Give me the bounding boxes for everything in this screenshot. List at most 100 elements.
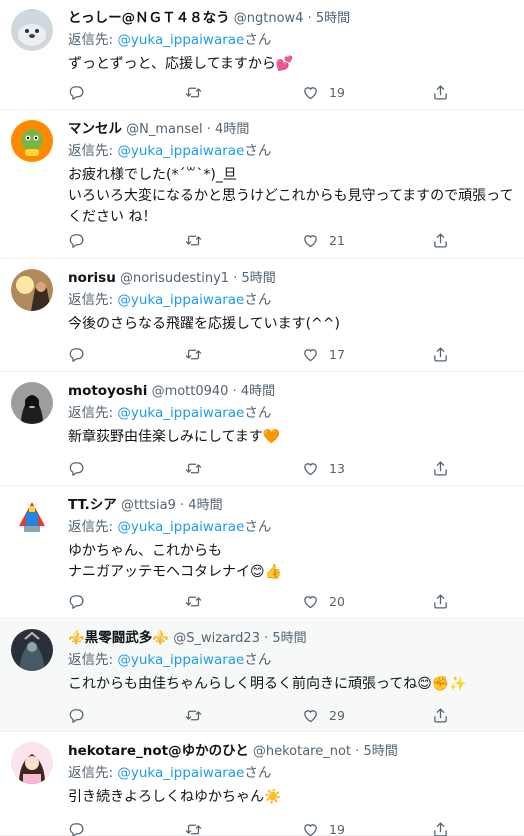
mention-link[interactable]: @yuka_ippaiwarae — [117, 292, 244, 308]
avatar[interactable] — [11, 120, 53, 162]
like-button[interactable]: 19 — [302, 82, 345, 102]
mention-link[interactable]: @yuka_ippaiwarae — [117, 519, 244, 535]
user-handle[interactable]: @mott0940 — [152, 384, 229, 399]
avatar[interactable] — [11, 742, 53, 784]
tweet-header: motoyoshi @mott0940 · 4時間 — [68, 381, 514, 401]
avatar[interactable] — [11, 629, 53, 671]
tweet-text: ずっとずっと、応援してますから💕 — [68, 56, 294, 72]
like-button[interactable]: 17 — [302, 344, 345, 364]
timestamp[interactable]: 5時間 — [272, 631, 306, 646]
action-bar: 19 — [68, 82, 460, 102]
timestamp[interactable]: 5時間 — [316, 11, 350, 26]
reply-icon — [68, 346, 85, 363]
display-name[interactable]: とっしー@ＮＧＴ４８なう — [68, 10, 230, 26]
action-bar: 17 — [68, 344, 460, 364]
mention-link[interactable]: @yuka_ippaiwarae — [117, 652, 244, 668]
avatar[interactable] — [11, 9, 53, 51]
heart-icon — [302, 707, 319, 724]
retweet-button[interactable] — [185, 819, 202, 836]
mention-link[interactable]: @yuka_ippaiwarae — [117, 32, 244, 48]
retweet-button[interactable] — [185, 458, 202, 478]
timestamp[interactable]: 4時間 — [188, 498, 222, 513]
reply-tweet[interactable]: TT.シア @tttsia9 · 4時間 返信先: @yuka_ippaiwar… — [0, 487, 524, 619]
like-button[interactable]: 21 — [302, 230, 345, 250]
retweet-button[interactable] — [185, 82, 202, 102]
replying-suffix: さん — [244, 143, 272, 159]
display-name[interactable]: hekotare_not@ゆかのひと — [68, 743, 249, 759]
user-handle[interactable]: @hekotare_not — [253, 744, 351, 759]
like-button[interactable]: 13 — [302, 458, 345, 478]
reply-tweet[interactable]: norisu @norisudestiny1 · 5時間 返信先: @yuka_… — [0, 260, 524, 372]
share-button[interactable] — [432, 82, 449, 102]
mention-link[interactable]: @yuka_ippaiwarae — [117, 405, 244, 421]
avatar[interactable] — [11, 496, 53, 538]
tweet-text: ゆかちゃん、これからも ナニガアッテモヘコタレナイ😊👍 — [68, 543, 283, 580]
reply-icon — [68, 460, 85, 477]
share-icon — [432, 593, 449, 610]
heart-icon — [302, 346, 319, 363]
like-button[interactable]: 20 — [302, 591, 345, 611]
retweet-button[interactable] — [185, 591, 202, 611]
share-button[interactable] — [432, 705, 449, 725]
timestamp[interactable]: 5時間 — [363, 744, 397, 759]
tweet-text: お疲れ様でした(*´꒳`*)_旦 いろいろ大変になるかと思うけどこれからも見守っ… — [68, 167, 514, 225]
retweet-button[interactable] — [185, 344, 202, 364]
reply-button[interactable] — [68, 591, 85, 611]
reply-tweet[interactable]: ⚜️黒零闘武多⚜️ @S_wizard23 · 5時間 返信先: @yuka_i… — [0, 620, 524, 732]
user-handle[interactable]: @N_mansel — [126, 122, 202, 137]
separator-dot: · — [232, 384, 237, 399]
share-button[interactable] — [432, 458, 449, 478]
retweet-button[interactable] — [185, 705, 202, 725]
like-count: 21 — [329, 232, 345, 248]
mention-link[interactable]: @yuka_ippaiwarae — [117, 765, 244, 781]
replying-label: 返信先: — [68, 143, 118, 159]
share-button[interactable] — [432, 591, 449, 611]
action-bar: 29 — [68, 705, 460, 725]
reply-tweet[interactable]: hekotare_not@ゆかのひと @hekotare_not · 5時間 返… — [0, 733, 524, 836]
display-name[interactable]: マンセル — [68, 121, 122, 137]
separator-dot: · — [233, 271, 238, 286]
display-name[interactable]: motoyoshi — [68, 383, 147, 399]
replying-to: 返信先: @yuka_ippaiwaraeさん — [68, 290, 271, 310]
reply-button[interactable] — [68, 344, 85, 364]
replying-suffix: さん — [244, 652, 272, 668]
replying-label: 返信先: — [68, 32, 118, 48]
reply-button[interactable] — [68, 230, 85, 250]
replying-to: 返信先: @yuka_ippaiwaraeさん — [68, 141, 271, 161]
avatar[interactable] — [11, 269, 53, 311]
user-handle[interactable]: @ngtnow4 — [234, 11, 304, 26]
reply-button[interactable] — [68, 819, 85, 836]
user-handle[interactable]: @S_wizard23 — [173, 631, 260, 646]
timestamp[interactable]: 4時間 — [215, 122, 249, 137]
heart-icon — [302, 460, 319, 477]
user-handle[interactable]: @norisudestiny1 — [120, 271, 229, 286]
timestamp[interactable]: 4時間 — [241, 384, 275, 399]
reply-button[interactable] — [68, 705, 85, 725]
share-button[interactable] — [432, 344, 449, 364]
retweet-icon — [185, 232, 202, 249]
replying-to: 返信先: @yuka_ippaiwaraeさん — [68, 403, 271, 423]
retweet-button[interactable] — [185, 230, 202, 250]
user-handle[interactable]: @tttsia9 — [121, 498, 176, 513]
action-bar: 20 — [68, 591, 460, 611]
reply-icon — [68, 84, 85, 101]
display-name[interactable]: ⚜️黒零闘武多⚜️ — [68, 630, 169, 646]
reply-tweet[interactable]: motoyoshi @mott0940 · 4時間 返信先: @yuka_ipp… — [0, 373, 524, 486]
reply-button[interactable] — [68, 458, 85, 478]
display-name[interactable]: TT.シア — [68, 497, 117, 513]
like-button[interactable]: 19 — [302, 819, 345, 836]
share-button[interactable] — [432, 230, 449, 250]
reply-tweet[interactable]: とっしー@ＮＧＴ４８なう @ngtnow4 · 5時間 返信先: @yuka_i… — [0, 0, 524, 110]
tweet-text: 今後のさらなる飛躍を応援しています(^^) — [68, 316, 340, 332]
mention-link[interactable]: @yuka_ippaiwarae — [117, 143, 244, 159]
timestamp[interactable]: 5時間 — [242, 271, 276, 286]
replying-label: 返信先: — [68, 652, 118, 668]
reply-tweet[interactable]: マンセル @N_mansel · 4時間 返信先: @yuka_ippaiwar… — [0, 111, 524, 259]
share-button[interactable] — [432, 819, 449, 836]
like-button[interactable]: 29 — [302, 705, 345, 725]
tweet-text: これからも由佳ちゃんらしく明るく前向きに頑張ってね😊✊✨ — [68, 676, 467, 692]
reply-button[interactable] — [68, 82, 85, 102]
avatar[interactable] — [11, 382, 53, 424]
replying-to: 返信先: @yuka_ippaiwaraeさん — [68, 763, 271, 783]
display-name[interactable]: norisu — [68, 270, 116, 286]
